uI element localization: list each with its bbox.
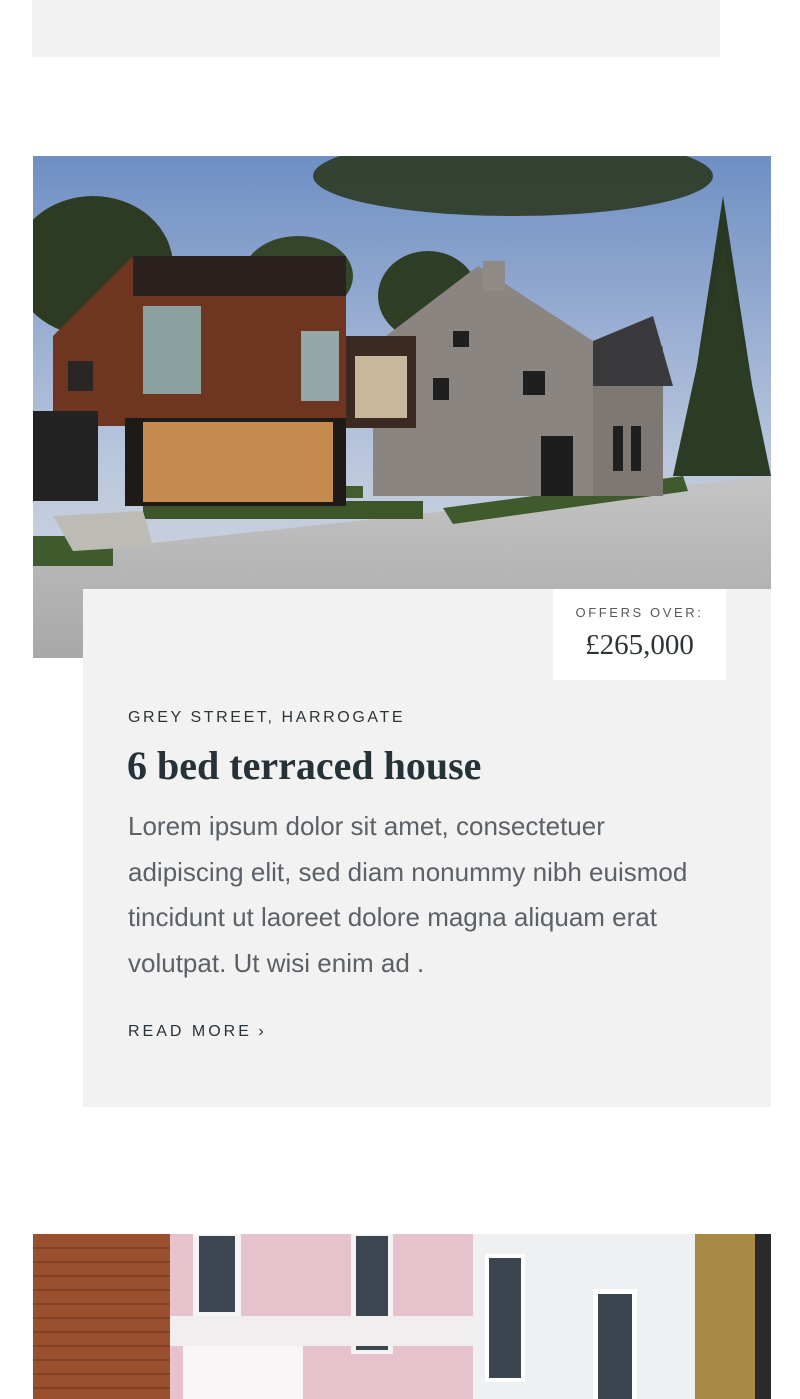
read-more-link[interactable]: READ MORE › bbox=[128, 1023, 264, 1041]
listing-title[interactable]: 6 bed terraced house bbox=[127, 738, 481, 794]
listing-photo[interactable] bbox=[33, 156, 771, 658]
listing-description: Lorem ipsum dolor sit amet, consectetuer… bbox=[128, 811, 688, 978]
previous-listing-card bbox=[32, 0, 720, 57]
listing-address: GREY STREET, HARROGATE bbox=[128, 709, 406, 726]
read-more-label: READ MORE bbox=[128, 1023, 252, 1040]
price-label: OFFERS OVER: bbox=[575, 605, 704, 620]
chevron-right-icon: › bbox=[253, 1023, 264, 1040]
price-box: OFFERS OVER: £265,000 bbox=[553, 589, 726, 680]
price-value: £265,000 bbox=[585, 629, 694, 661]
next-listing-photo[interactable] bbox=[33, 1234, 771, 1399]
